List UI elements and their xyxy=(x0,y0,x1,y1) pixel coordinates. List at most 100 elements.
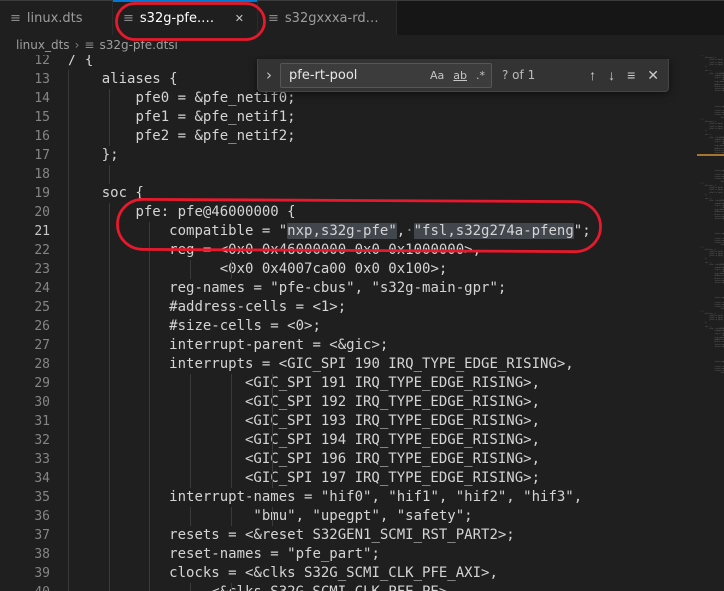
code-line[interactable]: 15 pfe1 = &pfe_netif1; xyxy=(0,108,724,127)
code-line[interactable]: 22 reg = <0x0 0x46000000 0x0 0x1000000>, xyxy=(0,241,724,260)
line-number: 15 xyxy=(34,110,50,125)
tab-linux-dts[interactable]: ≡ linux.dts xyxy=(0,1,113,35)
indent-guide xyxy=(149,222,151,241)
search-input[interactable]: pfe-rt-pool Aa ab .* xyxy=(280,62,492,88)
indent-guide xyxy=(108,298,110,317)
indent-guide xyxy=(68,469,69,488)
indent-guide xyxy=(149,469,151,488)
code-line[interactable]: 31 <GIC_SPI 193 IRQ_TYPE_EDGE_RISING>, xyxy=(0,412,724,431)
indent-guide xyxy=(271,393,273,412)
tab-label: linux.dts xyxy=(26,10,83,26)
indent-guide xyxy=(108,564,110,583)
line-number: 23 xyxy=(34,262,50,277)
tab-s32g-pfe-dtsi[interactable]: ≡ s32g-pfe.dtsi ✕ xyxy=(113,0,258,35)
code-cell: reset-names = "pfe_part"; xyxy=(68,545,724,564)
code-text: "bmu", "upegpt", "safety"; xyxy=(68,508,473,524)
indent-guide xyxy=(271,469,273,488)
line-number: 38 xyxy=(34,547,50,562)
find-expand-chevron-icon[interactable]: › xyxy=(264,67,274,83)
code-text: <GIC_SPI 194 IRQ_TYPE_EDGE_RISING>, xyxy=(68,432,541,448)
code-line[interactable]: 32 <GIC_SPI 194 IRQ_TYPE_EDGE_RISING>, xyxy=(0,431,724,450)
code-line[interactable]: 30 <GIC_SPI 192 IRQ_TYPE_EDGE_RISING>, xyxy=(0,393,724,412)
find-previous-button[interactable]: ↑ xyxy=(586,66,599,84)
code-line[interactable]: 34 <GIC_SPI 197 IRQ_TYPE_EDGE_RISING>; xyxy=(0,469,724,488)
code-line[interactable]: 20 pfe: pfe@46000000 { xyxy=(0,203,724,222)
indent-guide xyxy=(108,393,110,412)
indent-guide xyxy=(149,355,151,374)
indent-guide xyxy=(190,431,192,450)
code-line[interactable]: 17 }; xyxy=(0,146,724,165)
breadcrumb-folder[interactable]: linux_dts xyxy=(16,38,70,52)
code-line[interactable]: 35 interrupt-names = "hif0", "hif1", "hi… xyxy=(0,488,724,507)
breadcrumb-file[interactable]: s32g-pfe.dtsi xyxy=(99,38,177,52)
indent-guide xyxy=(68,108,69,127)
code-text: reset-names = "pfe_part"; xyxy=(68,546,380,562)
indent-guide xyxy=(108,317,110,336)
indent-guide xyxy=(108,222,110,241)
code-cell: clocks = <&clks S32G_SCMI_CLK_PFE_AXI>, xyxy=(68,564,724,583)
code-line[interactable]: 25 #address-cells = <1>; xyxy=(0,298,724,317)
code-line[interactable]: 23 <0x0 0x4007ca00 0x0 0x100>; xyxy=(0,260,724,279)
minimap[interactable]: / { aliases { pfe0 = &pfe_netif0; pfe1 =… xyxy=(697,55,724,591)
indent-guide xyxy=(68,393,69,412)
indent-guide xyxy=(108,336,110,355)
indent-guide xyxy=(149,564,151,583)
indent-guide xyxy=(68,488,69,507)
close-icon[interactable]: ✕ xyxy=(232,11,247,26)
indent-guide xyxy=(108,412,110,431)
code-text: <GIC_SPI 192 IRQ_TYPE_EDGE_RISING>, xyxy=(68,394,541,410)
code-cell: <GIC_SPI 192 IRQ_TYPE_EDGE_RISING>, xyxy=(68,393,724,412)
tab-s32gxxxa-rdb-dtsi[interactable]: ≡ s32gxxxa-rdb.dtsi xyxy=(258,1,397,35)
indent-guide xyxy=(108,545,110,564)
indent-guide xyxy=(149,374,151,393)
code-text: <&clks S32G_SCMI_CLK_PFE_PE> xyxy=(68,583,724,591)
code-line[interactable]: 26 #size-cells = <0>; xyxy=(0,317,724,336)
indent-guide xyxy=(230,260,232,279)
code-line[interactable]: 18 xyxy=(0,165,724,184)
code-line[interactable]: 29 <GIC_SPI 191 IRQ_TYPE_EDGE_RISING>, xyxy=(0,374,724,393)
code-line[interactable]: 40 <&clks S32G_SCMI_CLK_PFE_PE> xyxy=(0,583,724,591)
find-next-button[interactable]: ↓ xyxy=(605,66,618,84)
code-cell: interrupt-parent = <&gic>; xyxy=(68,336,724,355)
find-in-selection-icon[interactable]: ≡ xyxy=(624,66,638,84)
code-text: pfe2 = &pfe_netif2; xyxy=(68,128,296,144)
indent-guide xyxy=(149,279,151,298)
code-line[interactable]: 36 "bmu", "upegpt", "safety"; xyxy=(0,507,724,526)
indent-guide xyxy=(190,469,192,488)
find-widget: › pfe-rt-pool Aa ab .* ? of 1 ↑ ↓ ≡ ✕ xyxy=(257,59,669,92)
code-cell: <&clks S32G_SCMI_CLK_PFE_PE> xyxy=(68,583,724,591)
indent-guide xyxy=(149,526,151,545)
code-line[interactable]: 28 interrupts = <GIC_SPI 190 IRQ_TYPE_ED… xyxy=(0,355,724,374)
code-line[interactable]: 24 reg-names = "pfe-cbus", "s32g-main-gp… xyxy=(0,279,724,298)
code-cell: }; xyxy=(68,146,724,165)
find-close-icon[interactable]: ✕ xyxy=(644,66,662,84)
line-number: 33 xyxy=(34,452,50,467)
code-line[interactable]: 21 compatible = "nxp,s32g-pfe",·"fsl,s32… xyxy=(0,222,724,241)
indent-guide xyxy=(190,260,192,279)
regex-icon[interactable]: .* xyxy=(474,68,487,83)
code-line[interactable]: 27 interrupt-parent = <&gic>; xyxy=(0,336,724,355)
indent-guide xyxy=(108,355,110,374)
whole-word-icon[interactable]: ab xyxy=(451,68,469,83)
code-line[interactable]: 38 reset-names = "pfe_part"; xyxy=(0,545,724,564)
find-match-marker xyxy=(697,154,724,156)
indent-guide xyxy=(68,165,69,184)
indent-guide xyxy=(230,412,232,431)
tab-bar: ≡ linux.dts ≡ s32g-pfe.dtsi ✕ ≡ s32gxxxa-rdb.d… xyxy=(0,0,724,35)
indent-guide xyxy=(149,507,151,526)
indent-guide xyxy=(149,583,151,591)
code-line[interactable]: 39 clocks = <&clks S32G_SCMI_CLK_PFE_AXI… xyxy=(0,564,724,583)
code-line[interactable]: 19 soc { xyxy=(0,184,724,203)
code-text: <GIC_SPI 197 IRQ_TYPE_EDGE_RISING>; xyxy=(68,470,541,486)
code-cell: compatible = "nxp,s32g-pfe",·"fsl,s32g27… xyxy=(68,222,724,241)
code-line[interactable]: 33 <GIC_SPI 196 IRQ_TYPE_EDGE_RISING>, xyxy=(0,450,724,469)
indent-guide xyxy=(108,279,110,298)
tab-label: s32gxxxa-rdb.dtsi xyxy=(284,10,386,26)
tab-bar-empty-space xyxy=(397,1,724,35)
editor[interactable]: 12/ {13 aliases {14 pfe0 = &pfe_netif0; 1… xyxy=(0,55,724,591)
chevron-right-icon: › xyxy=(74,38,80,52)
code-line[interactable]: 37 resets = <&reset S32GEN1_SCMI_RST_PAR… xyxy=(0,526,724,545)
file-icon: ≡ xyxy=(123,10,134,26)
match-case-icon[interactable]: Aa xyxy=(428,68,446,83)
code-line[interactable]: 16 pfe2 = &pfe_netif2; xyxy=(0,127,724,146)
